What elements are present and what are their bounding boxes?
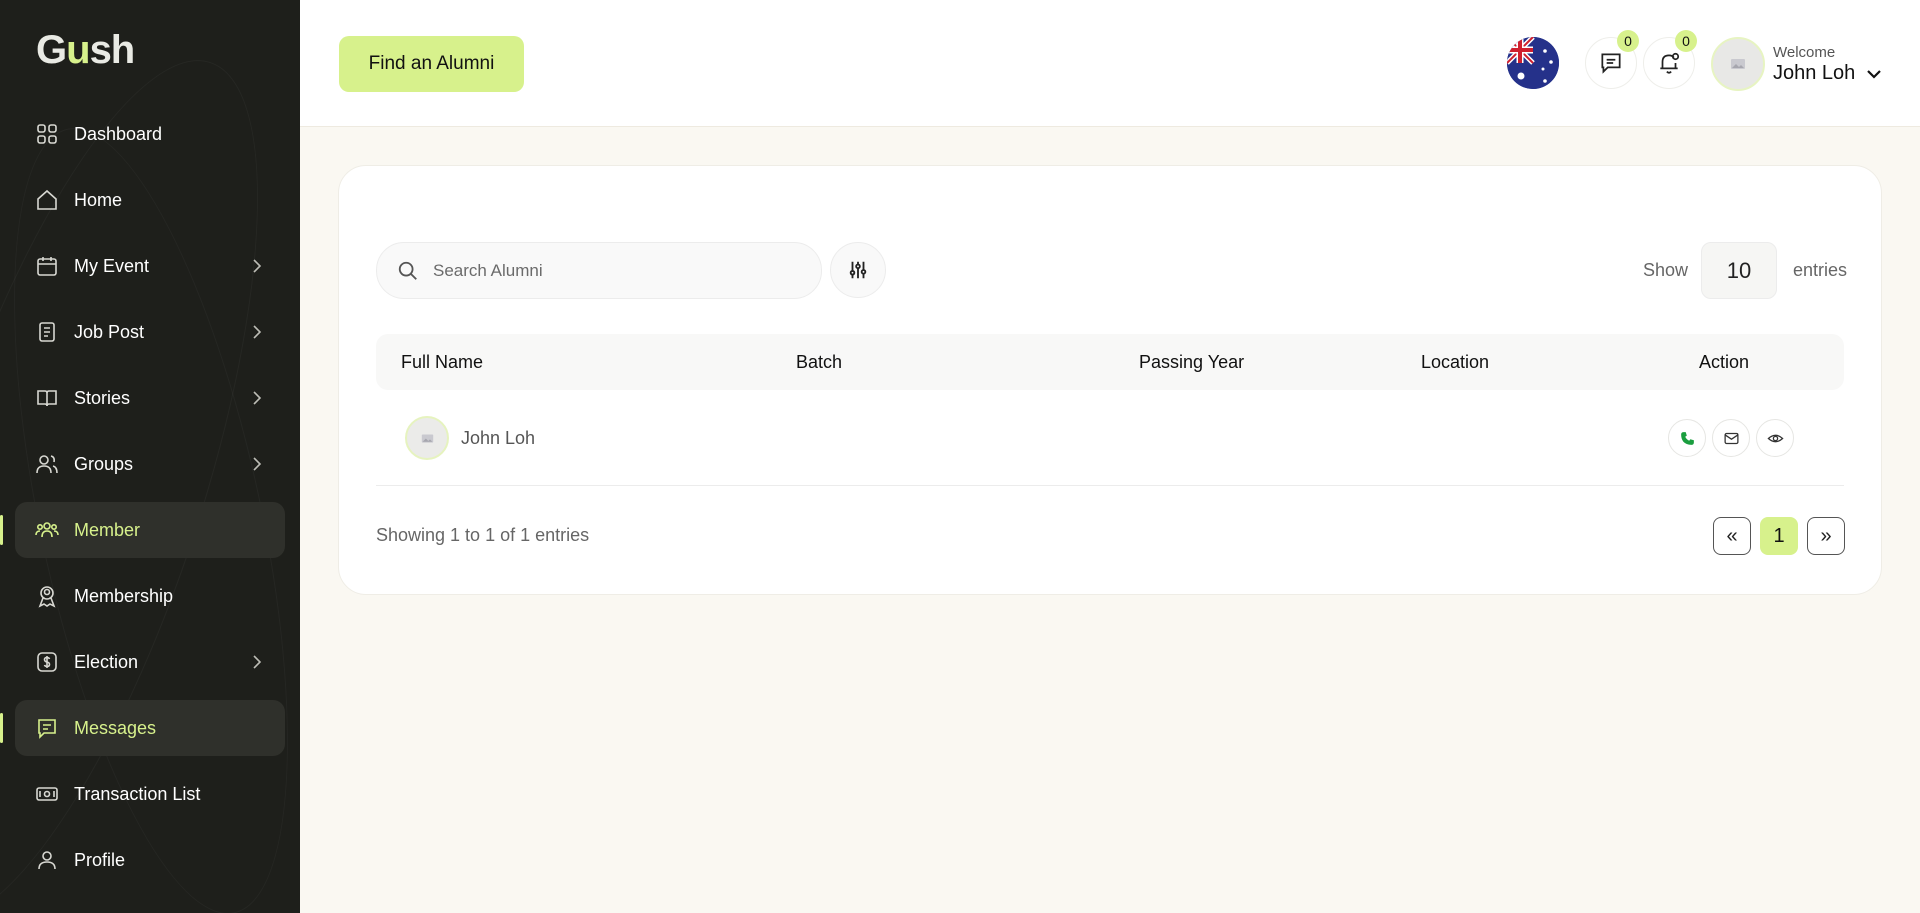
sidebar-item-label: Membership [74,585,174,606]
show-label: Show [1643,260,1689,280]
next-page-button[interactable]: » [1807,517,1845,555]
sidebar-item-label: Groups [74,453,134,474]
member-name: John Loh [461,428,536,448]
members-icon [35,518,59,542]
filter-button[interactable] [830,242,886,298]
phone-icon [1680,431,1694,445]
column-header-full-name[interactable]: Full Name [401,352,483,373]
column-header-passing-year[interactable]: Passing Year [1139,352,1244,373]
sidebar-item-job-post[interactable]: Job Post [15,304,285,360]
top-header: Find an Alumni 0 0 Welcome John Loh [300,0,1920,127]
sidebar-item-my-event[interactable]: My Event [15,238,285,294]
sidebar-item-label: Job Post [74,321,145,342]
column-header-action: Action [1699,352,1750,372]
sliders-icon [849,261,867,279]
column-header-location[interactable]: Location [1421,352,1489,373]
eye-icon [1766,434,1784,442]
sidebar-item-profile[interactable]: Profile [15,832,285,888]
column-header-batch[interactable]: Batch [796,352,842,373]
sidebar-item-label: Profile [74,849,126,870]
home-icon [35,188,59,212]
find-alumni-button[interactable]: Find an Alumni [339,36,524,92]
view-button[interactable] [1756,419,1794,457]
chat-icon [1601,53,1621,74]
sidebar: Gush Dashboard Home My Event Job Post St… [0,0,300,913]
search-icon [398,261,417,280]
page-size-select[interactable]: 10 [1701,242,1777,299]
dashboard-icon [35,122,59,146]
table-row: John Loh [376,390,1844,486]
user-avatar[interactable] [1711,37,1765,91]
page-button-1[interactable]: 1 [1760,517,1798,555]
alumni-card: Show 10 entries Full Name Batch Passing … [338,165,1882,595]
sidebar-item-transaction-list[interactable]: Transaction List [15,766,285,822]
email-button[interactable] [1712,419,1750,457]
document-icon [35,320,59,344]
users-icon [35,452,59,476]
sidebar-item-label: Dashboard [74,123,163,144]
sidebar-item-label: Home [74,189,123,210]
sidebar-item-label: Transaction List [74,783,201,804]
brand-logo[interactable]: Gush [36,28,135,73]
sidebar-item-messages[interactable]: Messages [0,700,285,756]
call-button[interactable] [1668,419,1706,457]
message-icon [35,716,59,740]
user-icon [35,848,59,872]
image-placeholder-icon [1731,59,1745,69]
sidebar-item-member[interactable]: Member [0,502,285,558]
image-placeholder-icon [421,433,433,443]
australia-flag-icon[interactable] [1507,37,1559,89]
sidebar-item-membership[interactable]: Membership [15,568,285,624]
bell-icon [1660,52,1680,74]
sidebar-item-dashboard[interactable]: Dashboard [15,106,285,162]
table-header: Full Name Batch Passing Year Location Ac… [376,334,1844,390]
chevron-down-icon[interactable] [1864,64,1884,84]
mail-icon [1723,432,1739,444]
dollar-icon [35,650,59,674]
sidebar-item-groups[interactable]: Groups [15,436,285,492]
messages-count-badge: 0 [1617,30,1639,52]
chevron-right-icon[interactable] [247,256,267,276]
sidebar-item-stories[interactable]: Stories [15,370,285,426]
sidebar-item-home[interactable]: Home [15,172,285,228]
sidebar-item-label: Messages [74,717,157,738]
chevron-right-icon[interactable] [247,652,267,672]
search-input[interactable] [433,260,793,281]
search-box[interactable] [376,242,822,299]
sidebar-nav: Dashboard Home My Event Job Post Stories… [0,106,285,898]
sidebar-item-label: Member [74,519,141,540]
pagination-summary: Showing 1 to 1 of 1 entries [376,525,590,545]
user-name[interactable]: John Loh [1773,62,1855,85]
chevron-right-icon[interactable] [247,454,267,474]
welcome-label: Welcome [1773,44,1836,61]
cash-icon [35,782,59,806]
book-icon [35,386,59,410]
membership-icon [35,584,59,608]
calendar-icon [35,254,59,278]
notifications-count-badge: 0 [1675,30,1697,52]
entries-label: entries [1793,260,1848,280]
member-avatar [405,416,449,460]
chevron-right-icon[interactable] [247,388,267,408]
sidebar-item-label: My Event [74,255,150,276]
chevron-right-icon[interactable] [247,322,267,342]
sidebar-item-label: Election [74,651,139,672]
sidebar-item-election[interactable]: Election [15,634,285,690]
sidebar-item-label: Stories [74,387,131,408]
previous-page-button[interactable]: « [1713,517,1751,555]
